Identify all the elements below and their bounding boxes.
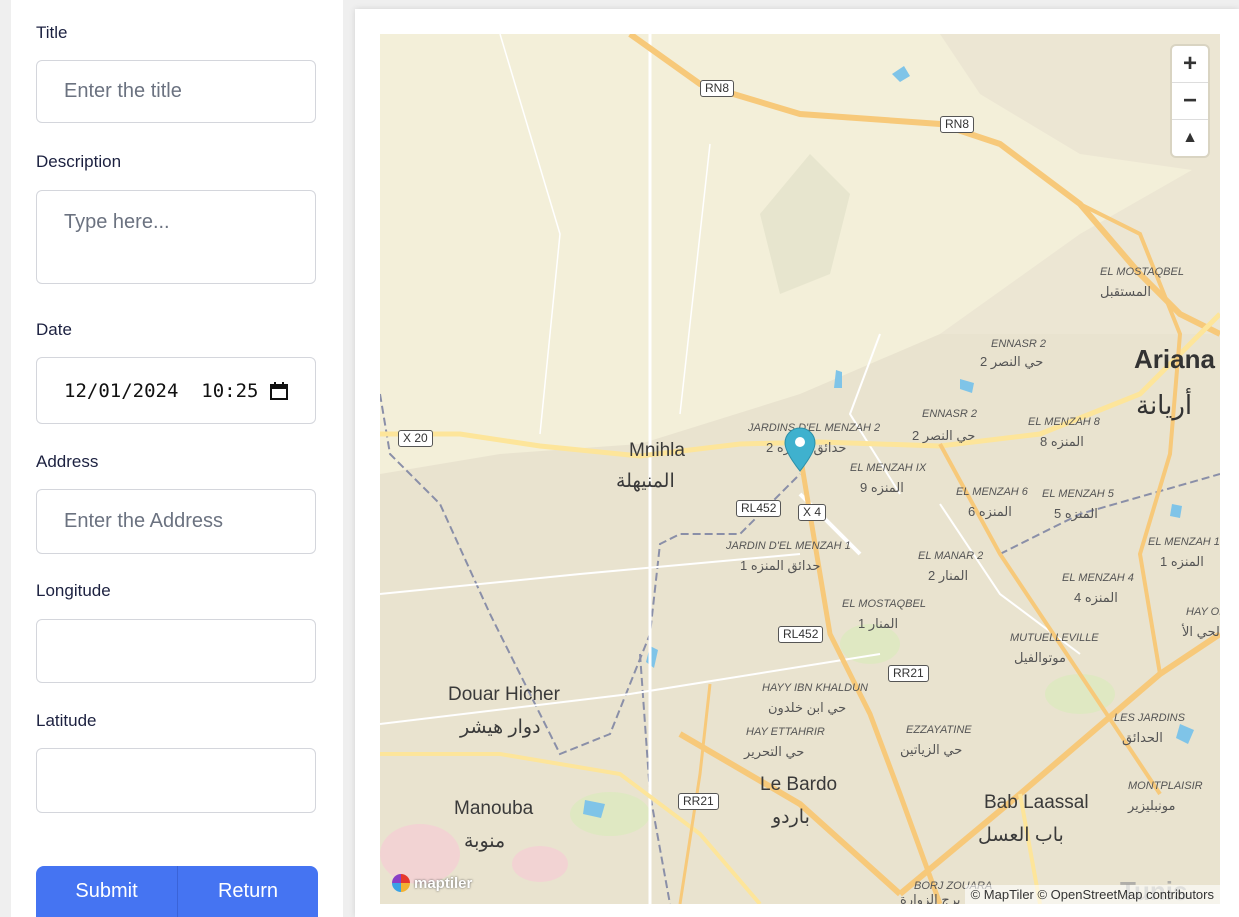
road-shield-rn8-west: RN8 [700,80,735,97]
longitude-label: Longitude [36,581,111,600]
road-shield-x20: X 20 [398,430,433,447]
road-shield-rl452-north: RL452 [736,500,782,517]
district-el-menzah4: EL MENZAH 4 [1062,572,1134,584]
district-les-jardins-ar: الحدائق [1122,730,1163,745]
maptiler-logo-text: maptiler [414,874,473,892]
district-el-manar2: EL MANAR 2 [918,550,984,562]
district-mutuelleville: MUTUELLEVILLE [1010,632,1099,644]
district-el-menzah5: EL MENZAH 5 [1042,488,1114,500]
district-ennasr2-west: ENNASR 2 [922,408,978,420]
place-le-bardo-ar: باردو [772,807,810,828]
district-el-menzah8-ar: المنزه 8 [1040,434,1084,449]
district-el-menzah5-ar: المنزه 5 [1054,506,1098,521]
district-mutuelleville-ar: موتوالفيل [1014,650,1066,665]
date-value: 12/01/2024 10:25 [64,379,259,402]
map-view[interactable]: Mnihla المنيهلة Ariana أريانة Douar Hich… [380,34,1220,904]
place-le-bardo: Le Bardo [760,774,838,795]
district-hay-ettahrir-ar: حي التحرير [744,744,805,759]
district-ennasr2-west-ar: حي النصر 2 [912,428,976,443]
road-shield-rr21-east: RR21 [888,665,929,682]
place-bab-laassal: Bab Laassal [984,792,1089,813]
submit-button[interactable]: Submit [36,866,177,917]
district-ezzayatine: EZZAYATINE [906,724,972,736]
place-ariana: Ariana [1134,344,1215,374]
road-shield-rr21-west: RR21 [678,793,719,810]
place-ariana-ar: أريانة [1136,390,1193,420]
description-label: Description [36,152,122,171]
address-label: Address [36,452,99,471]
place-mnihla-ar: المنيهلة [616,471,675,492]
district-el-menzah-ix: EL MENZAH IX [850,462,927,474]
map-card: Mnihla المنيهلة Ariana أريانة Douar Hich… [355,9,1239,917]
date-input[interactable]: 12/01/2024 10:25 [36,357,316,424]
compass-icon: ▲ [1182,129,1198,146]
district-el-menzah4-ar: المنزه 4 [1074,590,1118,605]
place-douar-hicher-ar: دوار هيشر [460,717,541,738]
description-textarea[interactable] [36,190,316,284]
place-douar-hicher: Douar Hicher [448,684,560,705]
place-manouba: Manouba [454,798,534,819]
place-mnihla: Mnihla [629,440,685,461]
zoom-out-button[interactable]: − [1172,83,1208,120]
compass-button[interactable]: ▲ [1172,120,1208,156]
district-el-menzah6-ar: المنزه 6 [968,504,1012,519]
place-manouba-ar: منوبة [464,831,506,852]
latitude-label: Latitude [36,711,97,730]
zoom-controls: + − ▲ [1172,46,1208,156]
date-label: Date [36,320,72,339]
district-el-menzah1-ar: المنزه 1 [1160,554,1204,569]
district-ezzayatine-ar: حي الزياتين [900,742,963,757]
address-input[interactable] [36,489,316,554]
district-montplaisir-ar: مونبليزير [1128,798,1176,813]
district-jardin-menzah1: JARDIN D'EL MENZAH 1 [726,540,851,552]
road-shield-rn8-east: RN8 [940,116,975,133]
place-bab-laassal-ar: باب العسل [978,825,1064,846]
district-hayy-ibn-khaldun-ar: حي ابن خلدون [768,700,847,715]
title-label: Title [36,23,68,42]
district-el-manar2-ar: المنار 2 [928,568,969,583]
district-el-mostaqbel-north-ar: المستقبل [1100,284,1151,299]
map-attribution[interactable]: © MapTiler © OpenStreetMap contributors [964,885,1220,904]
road-shield-x4: X 4 [798,504,827,521]
district-el-menzah6: EL MENZAH 6 [956,486,1028,498]
district-el-mostaqbel: EL MOSTAQBEL [842,598,926,610]
district-hay-ol-ar: الحي الأ [1182,624,1220,639]
district-el-menzah-ix-ar: المنزه 9 [860,480,904,495]
district-hay-ettahrir: HAY ETTAHRIR [746,726,825,738]
latitude-input[interactable] [36,748,316,813]
longitude-input[interactable] [36,619,316,683]
form-panel: Title Description Date 12/01/2024 10:25 … [11,0,343,917]
district-jardin-menzah1-ar: حدائق المنزه 1 [740,558,821,573]
maptiler-logo[interactable]: maptiler [392,874,472,892]
district-el-menzah1: EL MENZAH 1 [1148,536,1220,548]
title-input[interactable] [36,60,316,123]
district-ennasr2-east: ENNASR 2 [991,338,1047,350]
road-shield-rl452-south: RL452 [778,626,824,643]
district-borj-zouara-ar: برج الزوارة [900,892,961,904]
district-montplaisir: MONTPLAISIR [1128,780,1203,792]
district-el-mostaqbel-ar: المنار 1 [858,616,899,631]
district-ennasr2-east-ar: حي النصر 2 [980,354,1044,369]
district-el-mostaqbel-north: EL MOSTAQBEL [1100,266,1184,278]
district-el-menzah8: EL MENZAH 8 [1028,416,1100,428]
district-hay-ol: HAY OL [1186,606,1220,618]
return-button[interactable]: Return [177,866,318,917]
maptiler-logo-icon [392,874,410,892]
calendar-icon[interactable] [270,381,288,400]
district-hayy-ibn-khaldun: HAYY IBN KHALDUN [762,682,868,694]
zoom-in-button[interactable]: + [1172,46,1208,83]
district-les-jardins: LES JARDINS [1114,712,1185,724]
